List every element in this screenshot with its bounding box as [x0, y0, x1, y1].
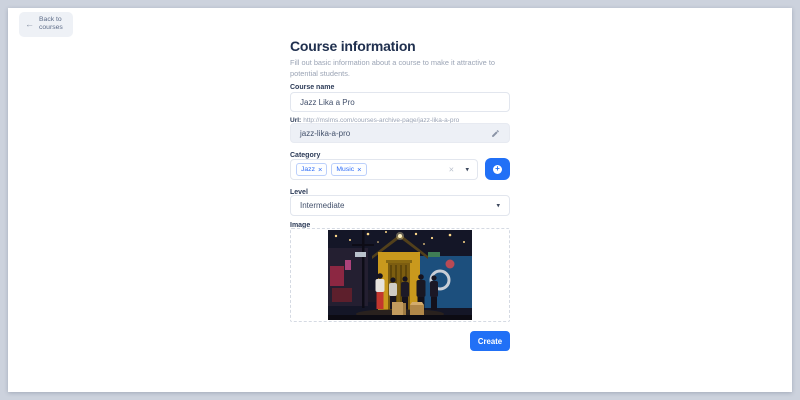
course-information-form: Course information Fill out basic inform… [290, 38, 510, 59]
category-chip-music[interactable]: Music × [331, 163, 366, 176]
back-button-label: Back to courses [39, 16, 65, 33]
chip-close-icon[interactable]: × [357, 166, 361, 174]
chip-label: Music [336, 166, 354, 173]
content-card: ← Back to courses Course information Fil… [8, 8, 792, 392]
clear-selection-icon[interactable]: × [449, 165, 454, 174]
back-arrow-icon: ← [25, 20, 34, 29]
image-upload-area[interactable] [290, 228, 510, 322]
url-slug-value: jazz-lika-a-pro [300, 129, 350, 138]
level-selected-value: Intermediate [300, 201, 344, 210]
course-name-label: Course name [290, 84, 510, 91]
category-chip-jazz[interactable]: Jazz × [296, 163, 327, 176]
chevron-down-icon: ▾ [496, 202, 500, 209]
category-select[interactable]: Jazz × Music × × ▾ [290, 159, 478, 180]
course-name-input[interactable] [290, 92, 510, 112]
add-category-button[interactable]: + [485, 158, 510, 180]
chevron-down-icon[interactable]: ▾ [465, 166, 469, 173]
create-button[interactable]: Create [470, 331, 510, 351]
page-description: Fill out basic information about a cours… [290, 57, 504, 79]
category-label: Category [290, 152, 510, 159]
level-select[interactable]: Intermediate ▾ [290, 195, 510, 216]
add-icon: + [493, 165, 502, 174]
page-title: Course information [290, 38, 510, 54]
edit-pencil-icon[interactable] [491, 129, 500, 138]
chip-label: Jazz [301, 166, 315, 173]
chip-close-icon[interactable]: × [318, 166, 322, 174]
category-row: Jazz × Music × × ▾ + [290, 159, 510, 181]
url-slug-field[interactable]: jazz-lika-a-pro [290, 123, 510, 143]
course-photo [328, 230, 472, 320]
back-to-courses-button[interactable]: ← Back to courses [19, 12, 73, 37]
